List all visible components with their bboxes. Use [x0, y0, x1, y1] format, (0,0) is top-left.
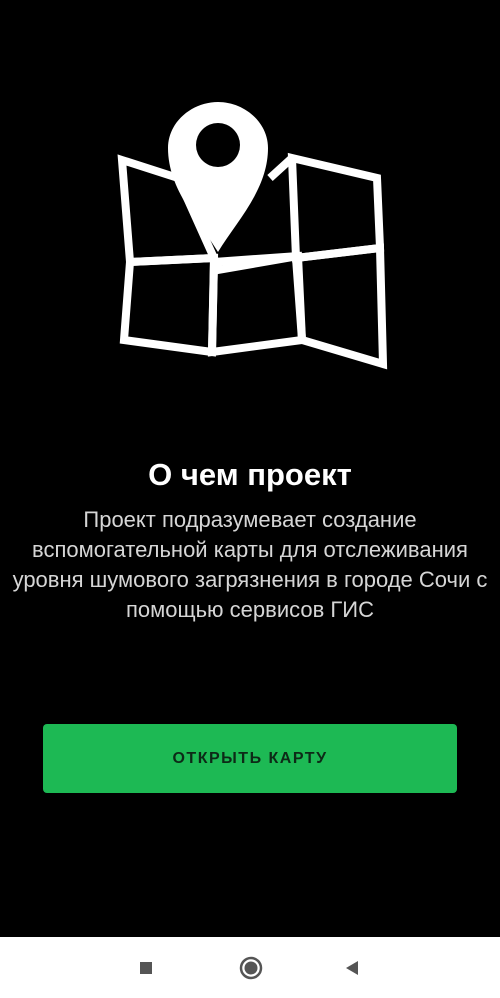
home-button[interactable] [236, 953, 266, 983]
project-description: Проект подразумевает создание вспомогате… [12, 507, 488, 622]
back-button[interactable] [337, 953, 367, 983]
square-icon [140, 962, 152, 974]
map-pin-icon [117, 102, 388, 370]
screen: О чем проект Проект подразумевает создан… [0, 0, 500, 998]
recents-button[interactable] [131, 953, 161, 983]
circle-icon [239, 956, 263, 980]
system-navigation-bar [0, 937, 500, 998]
page-title: О чем проект [148, 457, 352, 492]
about-project-screen: О чем проект Проект подразумевает создан… [0, 0, 500, 937]
triangle-back-icon [346, 961, 358, 975]
open-map-button[interactable]: ОТКРЫТЬ КАРТУ [43, 724, 457, 793]
